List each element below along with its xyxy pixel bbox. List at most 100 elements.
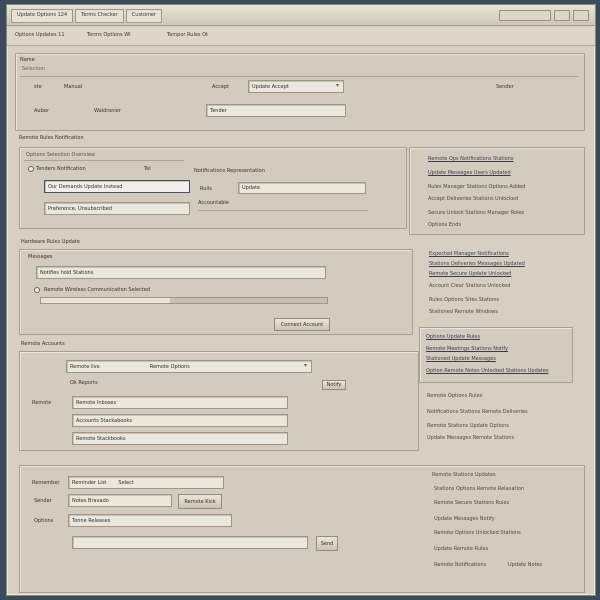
tender-field[interactable]: Tender (206, 104, 346, 117)
remember-label: Remember (32, 480, 60, 486)
tab-update-options[interactable]: Update Options 124 (11, 9, 74, 23)
right-field-label: Rulls (200, 186, 212, 192)
select1-value: Remote Options (149, 363, 190, 370)
sidebar-3-box: Options Update Rules Remote Meetings Sta… (419, 327, 573, 383)
remote-kick-button[interactable]: Remote Kick (178, 494, 222, 509)
tab-terms-checker[interactable]: Terms Checker (75, 9, 124, 23)
breadcrumb-2[interactable]: Terms Options Wl (87, 32, 131, 38)
sidebar3-text-4: Update Messages Remote Stations (427, 435, 515, 441)
sidebar3-link-4[interactable]: Option Remote Notes Unlocked Stations Up… (426, 368, 548, 374)
message-input[interactable] (72, 536, 308, 549)
update-field[interactable]: Update (238, 182, 366, 194)
send-button[interactable]: Send (316, 536, 338, 551)
sidebar-1: Remote Ops Notifications Stations Update… (409, 147, 585, 235)
tab-customer[interactable]: Customer (125, 9, 163, 23)
wireless-radio[interactable] (34, 287, 40, 293)
sidebar1-text-2: Accept Deliveries Stations Unlocked (428, 196, 519, 202)
chevron-down-icon[interactable]: ▾ (304, 362, 307, 369)
divider (198, 210, 368, 211)
section2-title: Remote Rules Notification (19, 135, 84, 141)
sender-value: Notes Bravado (72, 497, 109, 504)
sidebar2-text-1: Account Clear Stations Unlocked (429, 283, 511, 289)
options-label: Options (34, 518, 54, 524)
progress-bar (40, 297, 328, 304)
maximize-button[interactable] (554, 10, 570, 21)
minimize-button[interactable] (499, 10, 551, 21)
notify-button[interactable]: Notify (322, 380, 346, 390)
sidebar2-text-2: Rules Options Sites Stations (429, 297, 500, 303)
sidebar2-link-2[interactable]: Stations Deliveries Messages Updated (429, 261, 525, 267)
sidebar-2: Expected Manager Notifications Stations … (415, 241, 583, 325)
sidebar4-text-5: Remote Options Unlocked Stations (434, 530, 521, 536)
footer-right: Update Notes (508, 562, 543, 568)
sidebar2-link-1[interactable]: Expected Manager Notifications (429, 251, 509, 257)
general-header: Name (20, 57, 35, 63)
radio-label: Tenders Notification (36, 166, 86, 172)
side-label: Remote (32, 400, 52, 406)
sidebar-3-list: Remote Options Rules Notifications Stati… (419, 385, 583, 449)
row1-right-label: Accept (212, 84, 230, 90)
section4-title: Remote Accounts (21, 341, 65, 347)
breadcrumb-3[interactable]: Tempor Rules Ot (167, 32, 208, 38)
sidebar1-link-1[interactable]: Remote Ops Notifications Stations (428, 156, 513, 162)
connect-account-button[interactable]: Connect Account (274, 318, 330, 331)
sender-panel: Remember Reminder List Select Sender Not… (19, 465, 585, 593)
send-label: Send (320, 540, 334, 547)
accounts-stackabooks-value: Accounts Stackabooks (76, 417, 132, 424)
row1-label: ste (34, 84, 42, 90)
tenders-radio[interactable] (28, 166, 34, 172)
sidebar2-link-3[interactable]: Remote Secure Update Unlocked (429, 271, 511, 277)
accept-select-value: Update Accept (252, 83, 289, 90)
toolbar: Options Updates 11 Terms Options Wl Temp… (7, 27, 595, 46)
general-panel: Name Selection ste Manual Accept Update … (15, 53, 585, 131)
window-controls (499, 10, 589, 21)
section3-subtitle: Messages (28, 254, 53, 260)
reminder-field[interactable]: Reminder List Select (68, 476, 224, 489)
remote-stackbooks-value: Remote Stackbooks (76, 435, 126, 442)
title-bar: Update Options 124 Terms Checker Custome… (7, 5, 595, 26)
accept-select[interactable]: Update Accept (248, 80, 344, 93)
sidebar3-link-2[interactable]: Remote Meetings Stations Notify (426, 346, 508, 352)
sidebar3-text-3: Remote Stations Update Options (427, 423, 509, 429)
sidebar4-text-6: Update Remote Rules (434, 546, 489, 552)
chevron-down-icon[interactable]: ▾ (336, 82, 339, 89)
close-button[interactable] (573, 10, 589, 21)
general-subheader: Selection (22, 66, 46, 72)
sender-label: Sender (34, 498, 52, 504)
remote-inboxes-field[interactable]: Remote Inboxes (72, 396, 288, 409)
select1-label: Remote live (70, 363, 100, 370)
notifications-panel: Options Selection Overview Tenders Notif… (19, 147, 407, 229)
main-window: Update Options 124 Terms Checker Custome… (6, 4, 596, 596)
sidebar3-link-3[interactable]: Stationed Update Messages (426, 356, 496, 362)
right-title: Notifications Representation (194, 168, 265, 174)
accounts-stackabooks-field[interactable]: Accounts Stackabooks (72, 414, 288, 427)
remote-options-select[interactable]: Remote live Remote Options (66, 360, 312, 373)
right-note: Accountable (198, 200, 229, 206)
row1-far-right: Sender (496, 84, 514, 90)
footer-left: Remote Notifications (434, 562, 487, 568)
sidebar4-text-1: Remote Stations Updates (432, 472, 496, 478)
sidebar3-link-1[interactable]: Options Update Rules (426, 334, 480, 340)
divider (20, 76, 578, 77)
breadcrumb-1[interactable]: Options Updates 11 (15, 32, 65, 38)
ok-reports-label: Ok Reports (70, 380, 98, 386)
divider (24, 160, 184, 161)
section3-title: Hardware Rules Update (21, 239, 80, 245)
sidebar3-text-1: Remote Options Rules (427, 393, 483, 399)
section2-subtitle: Options Selection Overview (26, 152, 96, 158)
reminder-value: Reminder List (72, 479, 107, 486)
row2-label: Auber (34, 108, 49, 114)
radio-value: Tel (144, 166, 151, 172)
remote-inboxes-value: Remote Inboxes (76, 399, 117, 406)
remote-kick-label: Remote Kick (184, 498, 216, 505)
demands-input-value: Our Demands Update Instead (48, 183, 123, 190)
remote-stackbooks-field[interactable]: Remote Stackbooks (72, 432, 288, 445)
sidebar4-text-4: Update Messages Notify (434, 516, 495, 522)
sidebar1-link-2[interactable]: Update Messages Users Updated (428, 170, 511, 176)
tender-field-value: Tender (210, 107, 227, 114)
tonne-field[interactable]: Tonne Releases (68, 514, 232, 527)
sender-field[interactable]: Notes Bravado (68, 494, 172, 507)
notifies-field[interactable]: Notifies hold Stations (36, 266, 326, 279)
preference-field[interactable]: Preference, Unsubscribed (44, 202, 190, 215)
demands-input[interactable]: Our Demands Update Instead (44, 180, 190, 193)
